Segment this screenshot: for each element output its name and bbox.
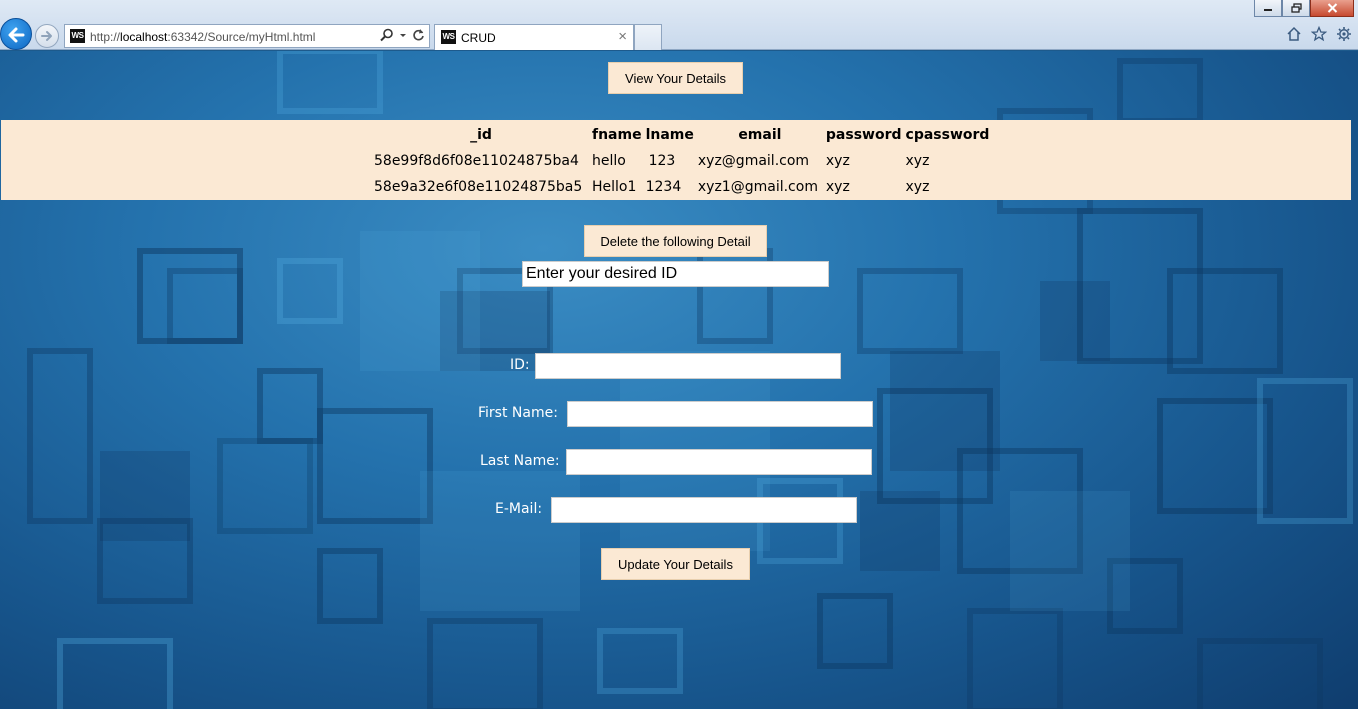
delete-id-input[interactable] — [522, 261, 829, 287]
first-name-input[interactable] — [567, 401, 873, 427]
tab-favicon-icon: WS — [441, 30, 456, 44]
address-url[interactable]: http://localhost:63342/Source/myHtml.htm… — [90, 30, 315, 44]
cell-password: xyz — [825, 179, 850, 195]
restore-button[interactable] — [1282, 0, 1310, 17]
new-tab-button[interactable] — [634, 24, 662, 50]
column-header-cpassword: cpassword — [905, 127, 990, 143]
cell-id: 58e9a32e6f08e11024875ba5 — [374, 179, 583, 195]
home-icon[interactable] — [1286, 26, 1302, 42]
id-input[interactable] — [535, 353, 841, 379]
site-favicon-icon: WS — [70, 29, 85, 43]
column-header-lname: lname — [645, 127, 694, 143]
browser-chrome: WS http://localhost:63342/Source/myHtml.… — [0, 0, 1358, 50]
dropdown-icon[interactable] — [399, 28, 407, 42]
id-label: ID: — [510, 357, 530, 373]
details-table: _id fname lname email password cpassword… — [372, 122, 991, 200]
restore-icon — [1290, 3, 1302, 13]
tab-close-icon[interactable]: × — [618, 28, 627, 45]
window-controls — [1254, 0, 1354, 17]
url-scheme: http:// — [90, 30, 121, 44]
cell-fname: Hello1 — [592, 179, 637, 195]
minimize-button[interactable] — [1254, 0, 1282, 17]
back-arrow-icon — [8, 27, 25, 43]
cell-cpassword: xyz — [905, 153, 930, 169]
delete-detail-button[interactable]: Delete the following Detail — [584, 225, 767, 257]
url-path: :63342/Source/myHtml.html — [167, 30, 316, 44]
cell-email: xyz1@gmail.com — [697, 179, 818, 195]
forward-button[interactable] — [35, 24, 59, 48]
cell-id: 58e99f8d6f08e11024875ba4 — [374, 153, 579, 169]
cell-password: xyz — [825, 153, 850, 169]
table-row: 58e9a32e6f08e11024875ba5 Hello1 1234 xyz… — [372, 174, 991, 200]
details-panel: _id fname lname email password cpassword… — [1, 120, 1351, 200]
last-name-input[interactable] — [566, 449, 872, 475]
first-name-label: First Name: — [478, 405, 558, 421]
address-bar[interactable]: WS http://localhost:63342/Source/myHtml.… — [64, 24, 430, 48]
cell-lname: 123 — [648, 153, 676, 169]
table-header-row: _id fname lname email password cpassword — [372, 122, 991, 148]
cell-email: xyz@gmail.com — [697, 153, 810, 169]
refresh-icon[interactable] — [412, 28, 425, 42]
forward-arrow-icon — [41, 31, 52, 41]
column-header-fname: fname — [592, 127, 642, 143]
back-button[interactable] — [0, 18, 32, 50]
search-icon[interactable] — [380, 28, 394, 42]
url-host: localhost — [120, 30, 168, 44]
column-header-id: _id — [470, 127, 492, 143]
last-name-label: Last Name: — [480, 453, 560, 469]
view-details-button[interactable]: View Your Details — [608, 62, 743, 94]
cell-cpassword: xyz — [905, 179, 930, 195]
column-header-email: email — [738, 127, 782, 143]
email-input[interactable] — [551, 497, 857, 523]
browser-tools — [1286, 26, 1352, 42]
update-details-button[interactable]: Update Your Details — [601, 548, 750, 580]
gear-icon[interactable] — [1336, 26, 1352, 42]
page-content: View Your Details _id fname lname email … — [0, 51, 1358, 709]
tab-crud[interactable]: WS CRUD × — [434, 24, 634, 50]
minimize-icon — [1264, 9, 1272, 11]
email-label: E-Mail: — [495, 501, 543, 517]
cell-lname: 1234 — [645, 179, 682, 195]
cell-fname: hello — [592, 153, 626, 169]
close-window-button[interactable] — [1310, 0, 1354, 17]
favorites-star-icon[interactable] — [1311, 26, 1327, 42]
table-row: 58e99f8d6f08e11024875ba4 hello 123 xyz@g… — [372, 148, 991, 174]
tab-title: CRUD — [461, 31, 496, 45]
close-icon — [1327, 3, 1337, 13]
column-header-password: password — [825, 127, 902, 143]
